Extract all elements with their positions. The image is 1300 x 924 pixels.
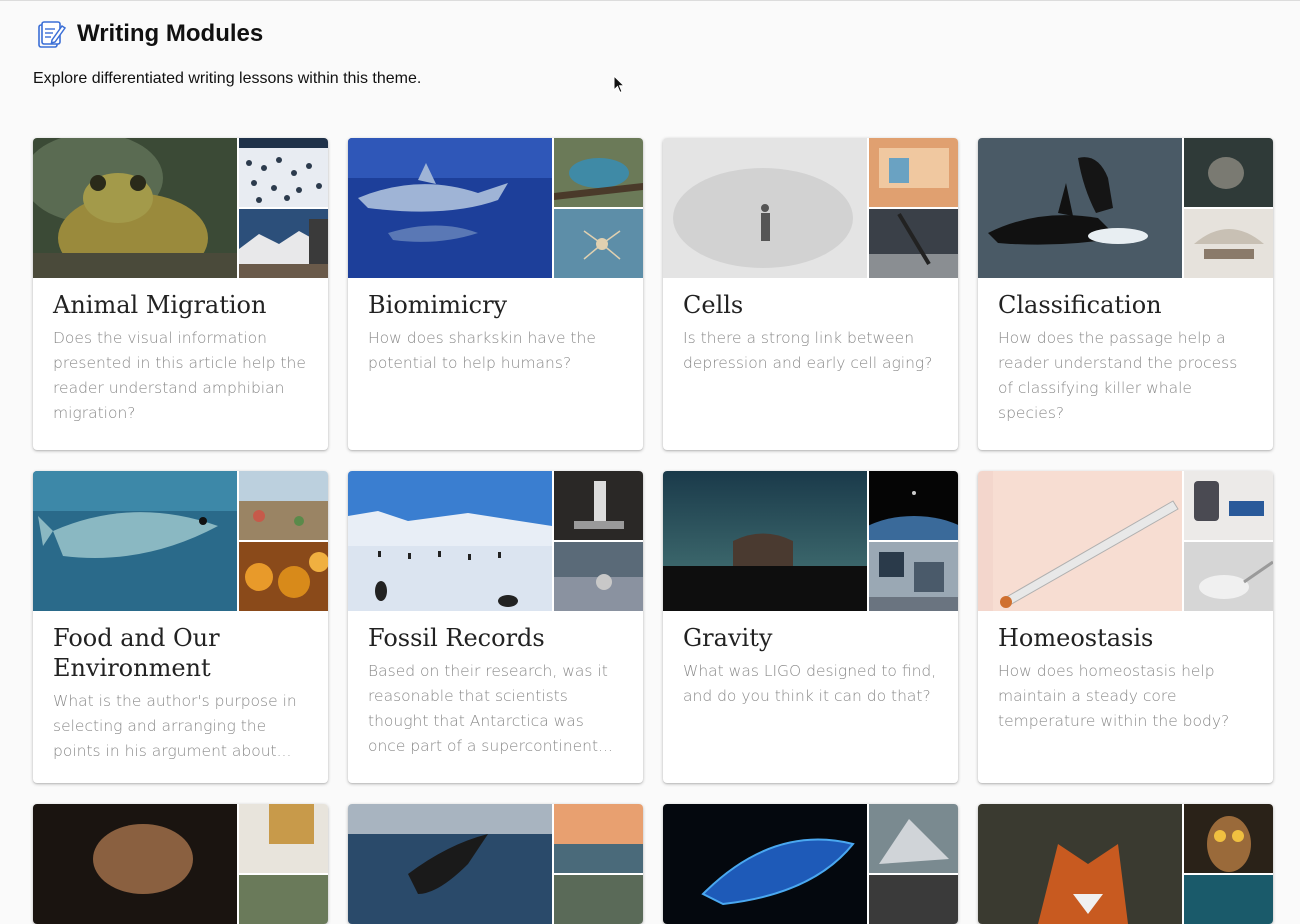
module-card-gravity[interactable]: Gravity What was LIGO designed to find, … <box>663 471 958 783</box>
card-description: What is the author's purpose in selectin… <box>53 692 297 760</box>
card-image-mosaic <box>663 471 958 611</box>
card-title: Food and Our Environment <box>53 624 220 682</box>
wolf-image <box>1184 138 1273 207</box>
thermometer-image <box>978 471 1182 611</box>
module-card-fossil-records[interactable]: Fossil Records Based on their research, … <box>348 471 643 783</box>
module-card-row3-4[interactable] <box>978 804 1273 924</box>
card-title: Fossil Records <box>368 624 545 652</box>
beehive-image <box>239 804 328 873</box>
module-card-row3-3[interactable] <box>663 804 958 924</box>
page-subtitle: Explore differentiated writing lessons w… <box>33 70 422 87</box>
card-description: Does the visual information presented in… <box>53 329 306 422</box>
isopod-image <box>33 804 237 924</box>
module-card-animal-migration[interactable]: Animal Migration Does the visual informa… <box>33 138 328 450</box>
mountain-landscape-image <box>239 209 328 278</box>
card-image-mosaic <box>663 804 958 924</box>
fox-image <box>978 804 1182 924</box>
page-header: Writing Modules <box>35 18 263 50</box>
card-title: Classification <box>998 291 1162 319</box>
mouse-pointer-icon <box>613 75 626 94</box>
module-card-cells[interactable]: Cells Is there a strong link between dep… <box>663 138 958 450</box>
card-image-mosaic <box>33 804 328 924</box>
lab-equipment-image <box>869 542 958 611</box>
module-card-row3-1[interactable] <box>33 804 328 924</box>
observatory-image <box>663 471 867 611</box>
card-title: Cells <box>683 291 744 319</box>
vacuum-image <box>869 209 958 278</box>
microscope-image <box>554 471 643 540</box>
fossil-dig-image <box>554 542 643 611</box>
spider-image <box>554 209 643 278</box>
sunset-image <box>554 804 643 873</box>
card-image-mosaic <box>978 804 1273 924</box>
card-description: How does the passage help a reader under… <box>998 329 1238 422</box>
glucose-meter-image <box>1184 471 1273 540</box>
module-card-classification[interactable]: Classification How does the passage help… <box>978 138 1273 450</box>
salt-spoon-image <box>1184 542 1273 611</box>
card-title: Homeostasis <box>998 624 1154 652</box>
card-image-mosaic <box>348 138 643 278</box>
card-image-mosaic <box>978 138 1273 278</box>
owl-image <box>1184 804 1273 873</box>
landfill-image <box>239 471 328 540</box>
frog-image <box>33 138 237 278</box>
forest-image <box>1184 875 1273 924</box>
rock-image <box>869 804 958 873</box>
card-title: Animal Migration <box>53 291 267 319</box>
module-card-biomimicry[interactable]: Biomimicry How does sharkskin have the p… <box>348 138 643 450</box>
whale-breach-image <box>348 804 552 924</box>
module-card-row3-2[interactable] <box>348 804 643 924</box>
module-card-food-and-our-environment[interactable]: Food and Our Environment What is the aut… <box>33 471 328 783</box>
module-card-homeostasis[interactable]: Homeostasis How does homeostasis help ma… <box>978 471 1273 783</box>
card-image-mosaic <box>33 138 328 278</box>
card-description: How does homeostasis help maintain a ste… <box>998 662 1230 730</box>
fish-image <box>33 471 237 611</box>
card-description: What was LIGO designed to find, and do y… <box>683 662 937 705</box>
page-title: Writing Modules <box>77 20 264 47</box>
card-image-mosaic <box>348 804 643 924</box>
card-description: How does sharkskin have the potential to… <box>368 329 596 372</box>
shark-image <box>348 138 552 278</box>
top-divider <box>0 0 1300 1</box>
water-image <box>869 875 958 924</box>
person-in-fog-image <box>663 138 867 278</box>
hallway-image <box>869 138 958 207</box>
chameleon-image <box>554 138 643 207</box>
card-description: Based on their research, was it reasonab… <box>368 662 613 755</box>
card-title: Gravity <box>683 624 773 652</box>
produce-image <box>239 542 328 611</box>
penguins-antarctica-image <box>348 471 552 611</box>
earth-from-space-image <box>869 471 958 540</box>
orca-image <box>978 138 1182 278</box>
coast-image <box>554 875 643 924</box>
card-image-mosaic <box>33 471 328 611</box>
writing-notebook-icon <box>38 21 67 48</box>
card-image-mosaic <box>663 138 958 278</box>
card-title: Biomimicry <box>368 291 508 319</box>
birds-flock-image <box>239 138 328 207</box>
card-image-mosaic <box>348 471 643 611</box>
card-image-mosaic <box>978 471 1273 611</box>
jellyfish-image <box>663 804 867 924</box>
card-description: Is there a strong link between depressio… <box>683 329 933 372</box>
museum-hall-image <box>1184 209 1273 278</box>
field-image <box>239 875 328 924</box>
